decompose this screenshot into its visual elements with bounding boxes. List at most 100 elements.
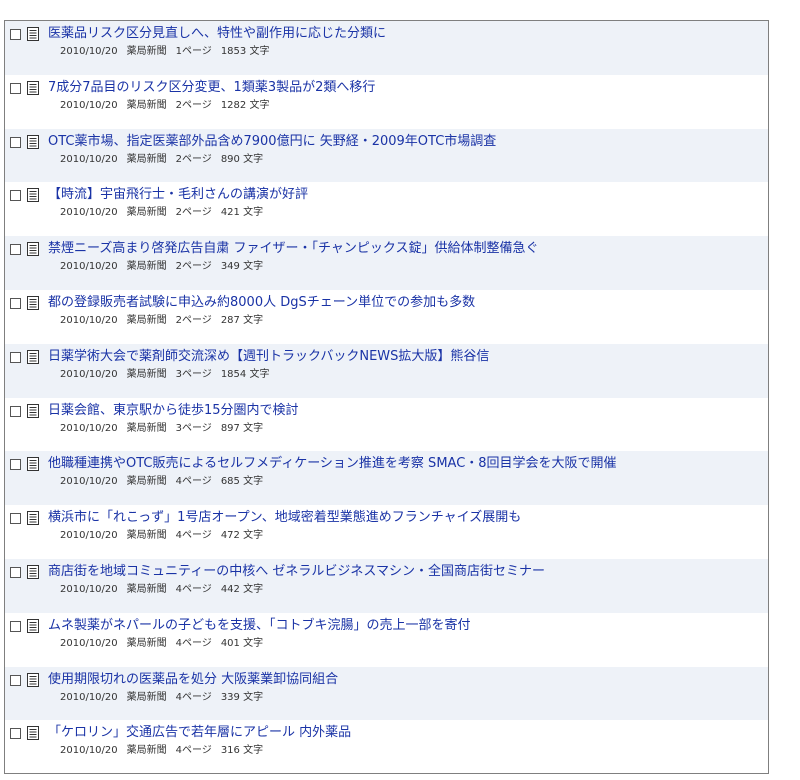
article-source: 薬局新聞 bbox=[126, 691, 167, 703]
select-checkbox[interactable] bbox=[10, 674, 21, 686]
article-row: 医薬品リスク区分見直しへ、特性や副作用に応じた分類に 2010/10/20 薬局新… bbox=[5, 21, 768, 75]
select-checkbox[interactable] bbox=[10, 82, 21, 94]
article-date: 2010/10/20 bbox=[60, 637, 118, 649]
article-char-count: 401 文字 bbox=[220, 637, 264, 649]
article-source: 薬局新聞 bbox=[126, 530, 167, 542]
document-icon bbox=[27, 188, 39, 203]
article-date: 2010/10/20 bbox=[60, 261, 118, 273]
article-title-link[interactable]: OTC薬市場、指定医薬部外品含め7900億円に 矢野経・2009年OTC市場調査 bbox=[48, 133, 766, 150]
article-char-count: 421 文字 bbox=[220, 207, 264, 219]
article-title-link[interactable]: 禁煙ニーズ高まり啓発広告自粛 ファイザー・「チャンピックス錠」供給体制整備急ぐ bbox=[48, 240, 766, 257]
select-checkbox[interactable] bbox=[10, 190, 21, 202]
article-title-link[interactable]: 他職種連携やOTC販売によるセルフメディケーション推進を考察 SMAC・8回目学… bbox=[48, 455, 766, 472]
select-checkbox[interactable] bbox=[10, 620, 21, 632]
article-char-count: 442 文字 bbox=[220, 583, 264, 595]
select-checkbox[interactable] bbox=[10, 136, 21, 148]
document-icon bbox=[27, 134, 39, 149]
article-title-link[interactable]: 医薬品リスク区分見直しへ、特性や副作用に応じた分類に bbox=[48, 25, 766, 42]
article-row: 横浜市に「れこっず」1号店オープン、地域密着型業態進めフランチャイズ展開も 20… bbox=[5, 505, 768, 559]
document-icon bbox=[27, 295, 39, 310]
article-page: 2ページ bbox=[175, 99, 212, 111]
article-page: 4ページ bbox=[175, 476, 212, 488]
article-row: 7成分7品目のリスク区分変更、1類薬3製品が2類へ移行 2010/10/20 薬局… bbox=[5, 75, 768, 129]
article-row: 日薬学術大会で薬剤師交流深め【週刊トラックバックNEWS拡大版】熊谷信 2010… bbox=[5, 343, 768, 398]
article-date: 2010/10/20 bbox=[60, 368, 118, 380]
article-row: ムネ製薬がネパールの子どもを支援、「コトブキ浣腸」の売上一部を寄付 2010/1… bbox=[5, 613, 768, 667]
article-meta: 2010/10/20 薬局新聞 2ページ 890 文字 bbox=[60, 153, 272, 166]
document-icon bbox=[27, 80, 39, 95]
article-row: 禁煙ニーズ高まり啓発広告自粛 ファイザー・「チャンピックス錠」供給体制整備急ぐ … bbox=[5, 236, 768, 290]
article-title-link[interactable]: ムネ製薬がネパールの子どもを支援、「コトブキ浣腸」の売上一部を寄付 bbox=[48, 617, 766, 634]
select-checkbox[interactable] bbox=[10, 728, 21, 740]
document-icon bbox=[27, 242, 39, 257]
article-title-link[interactable]: 商店街を地域コミュニティーの中核へ ゼネラルビジネスマシン・全国商店街セミナー bbox=[48, 563, 766, 580]
article-meta: 2010/10/20 薬局新聞 3ページ 897 文字 bbox=[60, 422, 272, 435]
document-icon bbox=[27, 511, 39, 526]
article-row: 「ケロリン」交通広告で若年層にアピール 内外薬品 2010/10/20 薬局新聞 4… bbox=[5, 720, 768, 774]
select-checkbox[interactable] bbox=[10, 459, 21, 471]
article-meta: 2010/10/20 薬局新聞 4ページ 442 文字 bbox=[60, 583, 272, 596]
article-meta: 2010/10/20 薬局新聞 4ページ 472 文字 bbox=[60, 529, 272, 542]
article-page: 4ページ bbox=[175, 745, 212, 757]
article-row: 商店街を地域コミュニティーの中核へ ゼネラルビジネスマシン・全国商店街セミナー … bbox=[5, 558, 768, 613]
select-checkbox[interactable] bbox=[10, 513, 21, 525]
document-icon bbox=[27, 349, 39, 364]
article-title-link[interactable]: 使用期限切れの医薬品を処分 大阪薬業卸協同組合 bbox=[48, 671, 766, 688]
article-char-count: 1854 文字 bbox=[220, 368, 270, 380]
article-page: 4ページ bbox=[175, 691, 212, 703]
article-char-count: 897 文字 bbox=[220, 422, 264, 434]
select-checkbox[interactable] bbox=[10, 244, 21, 256]
article-title-link[interactable]: 「ケロリン」交通広告で若年層にアピール 内外薬品 bbox=[48, 724, 766, 741]
article-date: 2010/10/20 bbox=[60, 476, 118, 488]
article-char-count: 685 文字 bbox=[220, 476, 264, 488]
article-title-link[interactable]: 都の登録販売者試験に申込み約8000人 DgSチェーン単位での参加も多数 bbox=[48, 294, 766, 311]
article-page: 2ページ bbox=[175, 207, 212, 219]
article-row: 使用期限切れの医薬品を処分 大阪薬業卸協同組合 2010/10/20 薬局新聞 4ペ… bbox=[5, 666, 768, 721]
article-meta: 2010/10/20 薬局新聞 3ページ 1854 文字 bbox=[60, 368, 278, 381]
article-meta: 2010/10/20 薬局新聞 4ページ 339 文字 bbox=[60, 691, 272, 704]
article-char-count: 1853 文字 bbox=[220, 46, 270, 57]
article-source: 薬局新聞 bbox=[126, 46, 167, 57]
article-source: 薬局新聞 bbox=[126, 207, 167, 219]
article-date: 2010/10/20 bbox=[60, 153, 118, 165]
article-title-link[interactable]: 日薬会館、東京駅から徒歩15分圏内で検討 bbox=[48, 402, 766, 419]
select-checkbox[interactable] bbox=[10, 351, 21, 363]
article-date: 2010/10/20 bbox=[60, 314, 118, 326]
article-char-count: 472 文字 bbox=[220, 530, 264, 542]
article-meta: 2010/10/20 薬局新聞 4ページ 316 文字 bbox=[60, 744, 272, 757]
select-checkbox[interactable] bbox=[10, 29, 21, 40]
article-meta: 2010/10/20 薬局新聞 2ページ 1282 文字 bbox=[60, 99, 278, 112]
article-page: 3ページ bbox=[175, 422, 212, 434]
article-source: 薬局新聞 bbox=[126, 153, 167, 165]
article-page: 1ページ bbox=[175, 46, 212, 57]
document-icon bbox=[27, 726, 39, 741]
article-title-link[interactable]: 【時流】宇宙飛行士・毛利さんの講演が好評 bbox=[48, 186, 766, 203]
article-date: 2010/10/20 bbox=[60, 207, 118, 219]
article-source: 薬局新聞 bbox=[126, 368, 167, 380]
article-source: 薬局新聞 bbox=[126, 745, 167, 757]
article-source: 薬局新聞 bbox=[126, 314, 167, 326]
article-page: 4ページ bbox=[175, 530, 212, 542]
article-source: 薬局新聞 bbox=[126, 422, 167, 434]
article-source: 薬局新聞 bbox=[126, 637, 167, 649]
article-char-count: 316 文字 bbox=[220, 745, 264, 757]
document-icon bbox=[27, 672, 39, 687]
article-title-link[interactable]: 7成分7品目のリスク区分変更、1類薬3製品が2類へ移行 bbox=[48, 79, 766, 96]
article-page: 3ページ bbox=[175, 368, 212, 380]
article-meta: 2010/10/20 薬局新聞 4ページ 401 文字 bbox=[60, 637, 272, 650]
article-source: 薬局新聞 bbox=[126, 99, 167, 111]
article-page: 2ページ bbox=[175, 261, 212, 273]
article-date: 2010/10/20 bbox=[60, 745, 118, 757]
article-char-count: 890 文字 bbox=[220, 153, 264, 165]
select-checkbox[interactable] bbox=[10, 297, 21, 309]
article-title-link[interactable]: 横浜市に「れこっず」1号店オープン、地域密着型業態進めフランチャイズ展開も bbox=[48, 509, 766, 526]
document-icon bbox=[27, 403, 39, 418]
document-icon bbox=[27, 457, 39, 472]
select-checkbox[interactable] bbox=[10, 566, 21, 578]
article-source: 薬局新聞 bbox=[126, 261, 167, 273]
select-checkbox[interactable] bbox=[10, 405, 21, 417]
article-page: 2ページ bbox=[175, 314, 212, 326]
article-char-count: 349 文字 bbox=[220, 261, 264, 273]
article-title-link[interactable]: 日薬学術大会で薬剤師交流深め【週刊トラックバックNEWS拡大版】熊谷信 bbox=[48, 348, 766, 365]
article-date: 2010/10/20 bbox=[60, 422, 118, 434]
